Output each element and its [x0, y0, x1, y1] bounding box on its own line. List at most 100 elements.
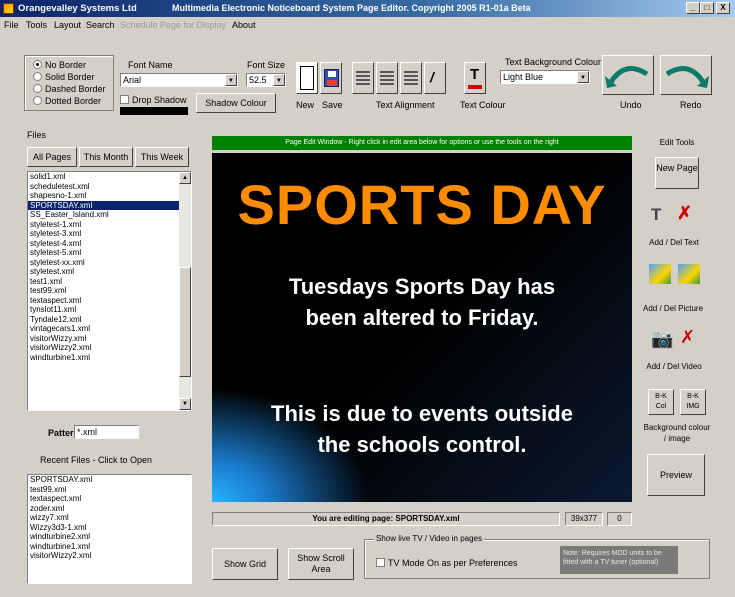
recent-item[interactable]: visitorWizzy2.xml: [28, 551, 191, 561]
new-page-button[interactable]: New Page: [655, 157, 699, 189]
text-bg-label: Text Background Colour: [505, 57, 602, 67]
menu-about[interactable]: About: [232, 17, 256, 33]
scroll-up-icon[interactable]: ▲: [179, 172, 191, 184]
tv-group-label: Show live TV / Video in pages: [374, 534, 484, 543]
file-item[interactable]: scheduletest.xml: [28, 182, 191, 192]
menu-layout[interactable]: Layout: [54, 17, 81, 33]
font-name-select[interactable]: Arial ▼: [120, 73, 238, 87]
headline-text[interactable]: SPORTS DAY: [212, 175, 632, 235]
recent-item[interactable]: windturbine1.xml: [28, 542, 191, 552]
dashed-border-radio[interactable]: Dashed Border: [33, 84, 106, 94]
file-item[interactable]: test99.xml: [28, 286, 191, 296]
scroll-down-icon[interactable]: ▼: [179, 398, 191, 410]
show-grid-button[interactable]: Show Grid: [212, 548, 278, 580]
show-scroll-area-button[interactable]: Show Scroll Area: [288, 548, 354, 580]
font-size-select[interactable]: 52.5 ▼: [246, 73, 286, 87]
file-item[interactable]: styletest-5.xml: [28, 248, 191, 258]
body-text-2[interactable]: This is due to events outside the school…: [212, 398, 632, 460]
text-bg-select[interactable]: Light Blue ▼: [500, 70, 590, 84]
tab-all-pages[interactable]: All Pages: [27, 147, 77, 167]
align-right-button[interactable]: [400, 62, 422, 94]
pattern-input[interactable]: *.xml: [74, 425, 139, 439]
chevron-down-icon[interactable]: ▼: [273, 74, 285, 86]
body-text-1[interactable]: Tuesdays Sports Day has been altered to …: [212, 271, 632, 333]
add-picture-icon[interactable]: [649, 264, 671, 284]
align-center-button[interactable]: [376, 62, 398, 94]
dotted-border-radio[interactable]: Dotted Border: [33, 96, 101, 106]
background-image-button[interactable]: B-K IMG: [680, 389, 706, 415]
new-page-icon-button[interactable]: [296, 62, 318, 94]
menu-bar: File Tools Layout Search Schedule Page f…: [0, 17, 735, 33]
file-item[interactable]: visitorWizzy.xml: [28, 334, 191, 344]
radio-icon: [33, 96, 42, 105]
file-item[interactable]: tynslot11.xml: [28, 305, 191, 315]
background-colour-button[interactable]: B-K Col: [648, 389, 674, 415]
delete-video-icon[interactable]: ✗: [680, 327, 695, 348]
recent-item[interactable]: windturbine2.xml: [28, 532, 191, 542]
file-item[interactable]: styletest-xx.xml: [28, 258, 191, 268]
file-item[interactable]: styletest.xml: [28, 267, 191, 277]
delete-text-icon[interactable]: ✗: [677, 203, 692, 224]
dashed-border-label: Dashed Border: [45, 84, 106, 94]
menu-schedule[interactable]: Schedule Page for Display: [120, 17, 226, 33]
file-item[interactable]: styletest-4.xml: [28, 239, 191, 249]
file-item[interactable]: windturbine1.xml: [28, 353, 191, 363]
save-icon-button[interactable]: [320, 62, 342, 94]
file-item[interactable]: vintagecars1.xml: [28, 324, 191, 334]
shadow-colour-swatch: [120, 107, 188, 115]
coords-readout: 39x377: [565, 512, 603, 526]
menu-search[interactable]: Search: [86, 17, 115, 33]
files-scrollbar[interactable]: ▲ ▼: [179, 172, 191, 410]
tab-this-week[interactable]: This Week: [135, 147, 189, 167]
file-item[interactable]: visitorWizzy2.xml: [28, 343, 191, 353]
undo-button[interactable]: [602, 55, 654, 95]
recent-item[interactable]: zoder.xml: [28, 504, 191, 514]
align-center-icon: [380, 71, 394, 85]
delete-picture-icon[interactable]: [678, 264, 700, 284]
recent-item[interactable]: textaspect.xml: [28, 494, 191, 504]
align-right-icon: [404, 71, 418, 85]
file-item[interactable]: shapesno-1.xml: [28, 191, 191, 201]
radio-icon: [33, 72, 42, 81]
italic-button[interactable]: /: [424, 62, 446, 94]
add-video-icon[interactable]: 📷: [651, 329, 673, 350]
chevron-down-icon[interactable]: ▼: [577, 71, 589, 83]
checkbox-icon: [376, 558, 385, 567]
tab-this-month[interactable]: This Month: [79, 147, 133, 167]
recent-files-list[interactable]: SPORTSDAY.xml test99.xml textaspect.xml zod…: [27, 474, 192, 584]
file-item[interactable]: solid1.xml: [28, 172, 191, 182]
recent-item[interactable]: test99.xml: [28, 485, 191, 495]
file-item[interactable]: test1.xml: [28, 277, 191, 287]
shadow-colour-button[interactable]: Shadow Colour: [196, 93, 276, 113]
scroll-thumb[interactable]: [179, 267, 191, 377]
preview-button[interactable]: Preview: [647, 454, 705, 496]
radio-icon: [33, 60, 42, 69]
file-item[interactable]: styletest-1.xml: [28, 220, 191, 230]
close-button[interactable]: X: [716, 2, 730, 14]
tv-mode-checkbox[interactable]: TV Mode On as per Preferences: [376, 558, 518, 568]
redo-button[interactable]: [660, 55, 712, 95]
drop-shadow-checkbox[interactable]: Drop Shadow: [120, 95, 187, 105]
recent-item[interactable]: SPORTSDAY.xml: [28, 475, 191, 485]
solid-border-radio[interactable]: Solid Border: [33, 72, 95, 82]
file-item[interactable]: SPORTSDAY.xml: [28, 200, 191, 210]
files-list-items: solid1.xml scheduletest.xml shapesno-1.xml…: [28, 172, 191, 362]
file-item[interactable]: textaspect.xml: [28, 296, 191, 306]
menu-file[interactable]: File: [4, 17, 19, 33]
files-list[interactable]: solid1.xml scheduletest.xml shapesno-1.xml…: [27, 171, 192, 411]
file-item[interactable]: styletest-3.xml: [28, 229, 191, 239]
file-item[interactable]: Tyndale12.xml: [28, 315, 191, 325]
recent-item[interactable]: Wizzy3d3-1.xml: [28, 523, 191, 533]
maximize-button[interactable]: □: [700, 2, 714, 14]
add-text-icon[interactable]: T: [651, 205, 661, 225]
menu-tools[interactable]: Tools: [26, 17, 47, 33]
recent-item[interactable]: wizzy7.xml: [28, 513, 191, 523]
file-item[interactable]: SS_Easter_Island.xml: [28, 210, 191, 220]
page-edit-canvas[interactable]: SPORTS DAY Tuesdays Sports Day has been …: [212, 153, 632, 502]
text-colour-button[interactable]: T: [464, 62, 486, 94]
no-border-radio[interactable]: No Border: [33, 60, 86, 70]
font-name-label: Font Name: [128, 60, 173, 70]
align-left-button[interactable]: [352, 62, 374, 94]
minimize-button[interactable]: _: [686, 2, 700, 14]
chevron-down-icon[interactable]: ▼: [225, 74, 237, 86]
